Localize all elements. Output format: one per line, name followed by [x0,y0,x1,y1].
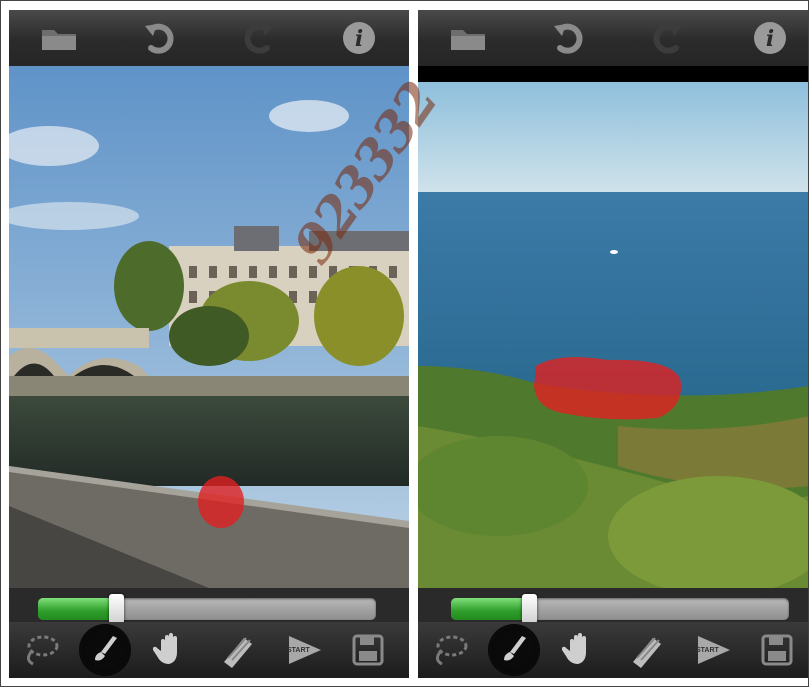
hand-icon[interactable] [556,628,604,672]
undo-icon[interactable] [548,20,588,56]
hand-icon[interactable] [147,628,195,672]
slider-fill [38,598,116,620]
lasso-icon[interactable] [426,628,474,672]
brush-icon[interactable] [488,624,540,676]
slider-fill [451,598,529,620]
undo-icon[interactable] [139,20,179,56]
eraser-icon[interactable] [623,628,671,672]
start-icon[interactable]: START [690,628,738,672]
slider-track[interactable] [38,594,376,624]
folder-icon[interactable] [39,20,79,56]
start-label: START [696,647,719,654]
selection-mask [198,476,244,528]
save-icon[interactable] [753,628,801,672]
start-icon[interactable]: START [281,628,329,672]
lasso-icon[interactable] [17,628,65,672]
bottom-toolbar: START [418,622,809,678]
redo-icon [648,20,688,56]
info-icon[interactable]: i [339,20,379,56]
slider-knob[interactable] [108,594,124,624]
selection-mask [534,357,682,420]
brush-icon[interactable] [79,624,131,676]
info-icon[interactable]: i [750,20,790,56]
eraser-icon[interactable] [214,628,262,672]
coastline-photo[interactable] [418,66,809,588]
right-editor-panel: i START [418,10,809,678]
left-editor-panel: i START [9,10,409,678]
slider-knob[interactable] [521,594,537,624]
slider-track[interactable] [451,594,789,624]
redo-icon [239,20,279,56]
save-icon[interactable] [344,628,392,672]
svg-text:i: i [766,26,774,52]
start-label: START [287,647,310,654]
bottom-toolbar: START [9,622,409,678]
top-toolbar: i [9,10,409,66]
svg-text:i: i [355,26,363,52]
